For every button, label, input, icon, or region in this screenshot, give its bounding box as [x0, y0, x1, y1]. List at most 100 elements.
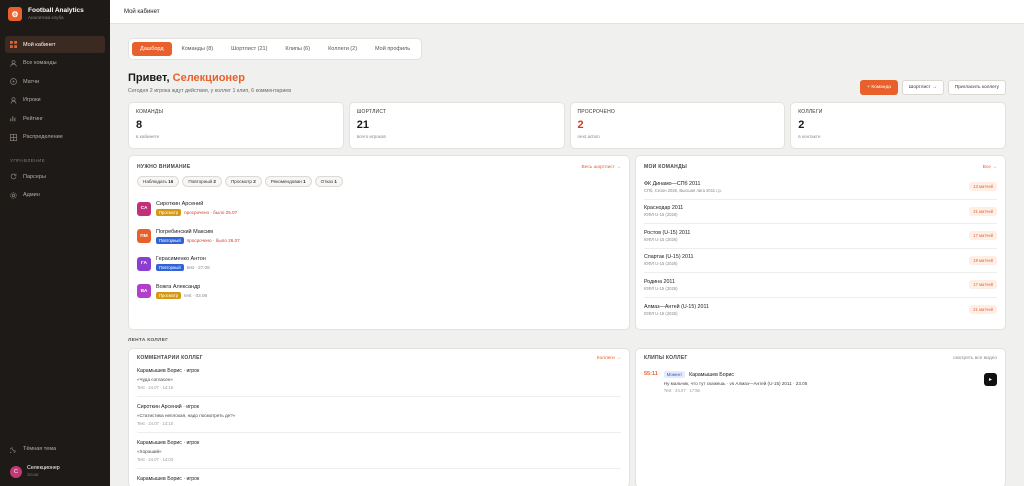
- play-circle-icon: [10, 78, 17, 85]
- nav-label: Матчи: [23, 78, 40, 85]
- stat-value: 21: [356, 119, 369, 131]
- play-button[interactable]: ▸: [984, 373, 997, 386]
- nav-item-matches[interactable]: Матчи: [5, 73, 105, 90]
- user-icon: [10, 96, 17, 104]
- greeting: Привет, Селекционер Сегодня 2 игрока жду…: [128, 71, 291, 94]
- clip-item[interactable]: 55:11 Момент Карамышев Борис Ну мальчик, …: [644, 361, 997, 393]
- dashboard-row: НУЖНО ВНИМАНИЕ Весь шортлист → Наблюдать…: [128, 155, 1006, 330]
- player-meta: просрочено · было 25.07: [184, 210, 238, 216]
- player-name: Вожга Александр: [156, 283, 201, 290]
- nav-section-label: УПРАВЛЕНИЕ: [10, 159, 46, 164]
- tabs: Дашборд Команды (8) Шортлист (21) Клипы …: [128, 38, 423, 60]
- avatar: ГА: [137, 256, 151, 271]
- status-badge: Повторный: [156, 264, 184, 272]
- stat-card-overdue[interactable]: ПРОСРОЧЕНО 2 next action: [569, 102, 786, 149]
- stat-card-teams[interactable]: КОМАНДЫ 8 в кабинете: [128, 102, 344, 149]
- list-item[interactable]: ПМ Погребинский Максим Повторный просроче…: [137, 223, 621, 251]
- nav-item-distribution[interactable]: Распределение: [5, 129, 105, 146]
- nav-label: Распределение: [23, 134, 63, 140]
- tab-shortlist[interactable]: Шортлист (21): [223, 42, 275, 56]
- nav-item-admin[interactable]: Админ: [5, 187, 105, 204]
- team-row[interactable]: Ростов (U-15) 2011 ЮФЛ U-15 (2026) 17 мат…: [644, 224, 997, 249]
- comment-item[interactable]: Карамышев Борис · игрок: [137, 469, 621, 486]
- greeting-prefix: Привет,: [128, 72, 173, 84]
- action-buttons: + Команда Шортлист → Пригласить коллегу: [860, 80, 1006, 95]
- matches-badge: 13 матчей: [969, 182, 997, 192]
- list-item[interactable]: СА Сироткин Арсений Просмотр просрочено ·…: [137, 195, 621, 223]
- colleagues-link[interactable]: Коллеги →: [597, 356, 621, 361]
- tab-teams[interactable]: Команды (8): [174, 42, 222, 56]
- nav-item-cabinet[interactable]: Мой кабинет: [5, 36, 105, 53]
- clip-author: Карамышев Борис: [689, 371, 734, 378]
- shortlist-link[interactable]: Весь шортлист →: [582, 165, 621, 170]
- tab-clips[interactable]: Клипы (6): [277, 42, 318, 56]
- content: Дашборд Команды (8) Шортлист (21) Клипы …: [110, 24, 1024, 486]
- comment-author: Карамышев Борис · игрок: [137, 476, 200, 482]
- comments-panel: КОММЕНТАРИИ КОЛЛЕГ Коллеги → Карамышев Б…: [128, 348, 630, 486]
- tab-dashboard[interactable]: Дашборд: [132, 42, 172, 56]
- player-name: Сироткин Арсений: [156, 201, 204, 208]
- filter-chip[interactable]: Просмотр 2: [224, 176, 262, 187]
- stat-value: 2: [577, 119, 584, 131]
- filter-chip[interactable]: Повторный 2: [182, 176, 222, 187]
- greeting-subtitle: Сегодня 2 игрока ждут действия, у коллег…: [128, 88, 292, 94]
- team-row[interactable]: Спартак (U-15) 2011 ЮФЛ U-15 (2026) 19 ма…: [644, 249, 997, 273]
- chart-icon: [10, 115, 17, 122]
- team-name: Спартак (U-15) 2011: [644, 254, 694, 261]
- filter-chip[interactable]: Отказ 1: [314, 176, 343, 187]
- brand[interactable]: ⚙ Football Analytics Аналитика клуба: [0, 0, 110, 28]
- comment-text: «Чуда согласен»: [137, 377, 173, 382]
- team-name: Краснодар 2011: [644, 205, 684, 212]
- matches-badge: 19 матчей: [969, 255, 997, 265]
- user-menu[interactable]: С Селекционер Scout: [5, 459, 105, 480]
- add-team-button[interactable]: + Команда: [860, 80, 898, 95]
- theme-toggle[interactable]: Тёмная тема: [5, 441, 105, 458]
- list-item[interactable]: ГА Герасименко Антон Повторный test · 27.…: [137, 250, 621, 278]
- comment-date: Test · 24.07 · 14:16: [137, 385, 174, 390]
- comment-date: Test · 24.07 · 14:03: [137, 457, 174, 462]
- matches-badge: 17 матчей: [969, 280, 997, 290]
- feed-row: КОММЕНТАРИИ КОЛЛЕГ Коллеги → Карамышев Б…: [128, 348, 1006, 486]
- all-teams-link[interactable]: Все →: [983, 165, 997, 170]
- clip-text: Ну мальчик, что тут скажешь · vs Алмаз—А…: [663, 381, 808, 386]
- brand-title: Football Analytics: [28, 7, 84, 14]
- invite-colleague-button[interactable]: Пригласить коллегу: [947, 80, 1006, 95]
- matches-badge: 21 матчей: [969, 305, 997, 315]
- nav-item-rating[interactable]: Рейтинг: [5, 110, 105, 127]
- comment-item[interactable]: Карамышев Борис · игрок «Хороший» Test ·…: [137, 433, 621, 469]
- team-sub: СПб, Сезон 2026, Высшая лига 2011 г.р.: [644, 187, 722, 193]
- stat-caption: всего игроков: [356, 134, 386, 139]
- panel-title: КЛИПЫ КОЛЛЕГ: [644, 355, 688, 361]
- stat-caption: в контакте: [798, 134, 821, 139]
- filter-chip[interactable]: Рекомендован 1: [264, 176, 312, 187]
- nav-item-teams[interactable]: Все команды: [5, 55, 105, 72]
- stat-caption: next action: [577, 134, 600, 139]
- team-row[interactable]: Краснодар 2011 ЮФЛ U-15 (2026) 21 матчей: [644, 200, 997, 224]
- tab-colleagues[interactable]: Коллеги (2): [320, 42, 365, 56]
- nav-item-parsers[interactable]: Парсеры: [5, 168, 105, 185]
- avatar: С: [10, 465, 22, 478]
- stat-card-shortlist[interactable]: ШОРТЛИСТ 21 всего игроков: [348, 102, 565, 149]
- nav-label: Мой кабинет: [23, 41, 56, 48]
- comment-item[interactable]: Сироткин Арсений · игрок «Статистика неп…: [137, 397, 621, 433]
- team-sub: ЮФЛ U-15 (2026): [644, 212, 678, 218]
- stat-card-colleagues[interactable]: КОЛЛЕГИ 2 в контакте: [790, 102, 1006, 149]
- team-sub: ЮФЛ U-15 (2026): [644, 285, 678, 291]
- tab-profile[interactable]: Мой профиль: [367, 42, 418, 56]
- comment-item[interactable]: Карамышев Борис · игрок «Чуда согласен» …: [137, 361, 621, 397]
- team-row[interactable]: Родина 2011 ЮФЛ U-15 (2026) 17 матчей: [644, 273, 997, 298]
- refresh-icon: [10, 173, 17, 180]
- all-videos-link[interactable]: смотреть все видео: [953, 356, 997, 361]
- team-name: Алмаз—Антей (U-15) 2011: [644, 303, 709, 310]
- team-row[interactable]: Алмаз—Антей (U-15) 2011 ЮФЛ U-15 (2026) 2…: [644, 298, 997, 323]
- stat-value: 2: [798, 119, 805, 131]
- nav-item-players[interactable]: Игроки: [5, 92, 105, 109]
- team-row[interactable]: ФК Динамо—СПб 2011 СПб, Сезон 2026, Высша…: [644, 175, 997, 200]
- greeting-name: Селекционер: [172, 72, 245, 84]
- filter-chip[interactable]: Наблюдать 16: [137, 176, 180, 187]
- list-item[interactable]: ВА Вожга Александр Просмотр test · 03.08: [137, 278, 621, 306]
- shortlist-button[interactable]: Шортлист →: [901, 80, 944, 95]
- player-name: Погребинский Максим: [156, 228, 213, 235]
- clips-panel: КЛИПЫ КОЛЛЕГ смотреть все видео 55:11 Мо…: [635, 348, 1006, 486]
- main-nav: Мой кабинет Все команды Матчи Игроки Рей…: [0, 28, 110, 147]
